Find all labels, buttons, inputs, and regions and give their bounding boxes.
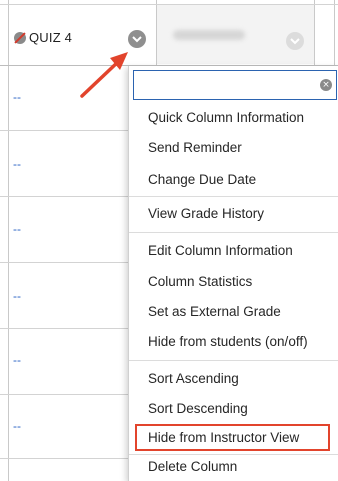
menu-item-sort-descending[interactable]: Sort Descending — [148, 401, 248, 416]
grade-cell[interactable]: -- — [13, 353, 21, 367]
menu-item-change-due-date[interactable]: Change Due Date — [148, 172, 256, 187]
menu-item-delete-column[interactable]: Delete Column — [148, 459, 237, 474]
no-entry-icon — [14, 31, 26, 44]
column-options-menu: × Quick Column Information Send Reminder… — [128, 66, 338, 481]
grid-line — [0, 196, 128, 197]
grade-cell[interactable]: -- — [13, 289, 21, 303]
menu-item-quick-column-information[interactable]: Quick Column Information — [148, 110, 304, 125]
menu-item-column-statistics[interactable]: Column Statistics — [148, 274, 252, 289]
column-title: QUIZ 4 — [29, 30, 73, 45]
grade-cell[interactable]: -- — [13, 90, 21, 104]
grid-line — [0, 328, 128, 329]
grade-cell[interactable]: -- — [13, 222, 21, 236]
grid-line — [156, 0, 157, 66]
grid-line — [0, 394, 128, 395]
highlight-box — [135, 424, 330, 451]
grid-line — [8, 0, 9, 481]
grade-cell[interactable]: -- — [13, 419, 21, 433]
grid-line — [0, 262, 128, 263]
chevron-down-icon[interactable] — [286, 32, 304, 50]
grid-line — [314, 0, 315, 66]
menu-divider — [129, 196, 338, 197]
grid-line — [334, 0, 335, 66]
grade-cell[interactable]: -- — [13, 157, 21, 171]
chevron-down-icon[interactable] — [128, 30, 146, 48]
menu-divider — [129, 454, 338, 455]
menu-search-box[interactable]: × — [133, 70, 337, 100]
menu-item-send-reminder[interactable]: Send Reminder — [148, 140, 242, 155]
menu-item-sort-ascending[interactable]: Sort Ascending — [148, 371, 239, 386]
menu-item-view-grade-history[interactable]: View Grade History — [148, 206, 264, 221]
grid-line — [0, 458, 128, 459]
menu-item-set-as-external-grade[interactable]: Set as External Grade — [148, 304, 281, 319]
grid-line — [0, 130, 128, 131]
arrow-annotation — [80, 52, 128, 98]
clear-icon[interactable]: × — [320, 79, 332, 91]
menu-divider — [129, 232, 338, 233]
menu-item-hide-from-students[interactable]: Hide from students (on/off) — [148, 334, 308, 349]
grid-line — [0, 4, 338, 5]
blurred-column-title — [173, 30, 245, 40]
menu-divider — [129, 360, 338, 361]
column-header-quiz[interactable]: QUIZ 4 — [14, 30, 72, 45]
menu-item-edit-column-information[interactable]: Edit Column Information — [148, 243, 293, 258]
